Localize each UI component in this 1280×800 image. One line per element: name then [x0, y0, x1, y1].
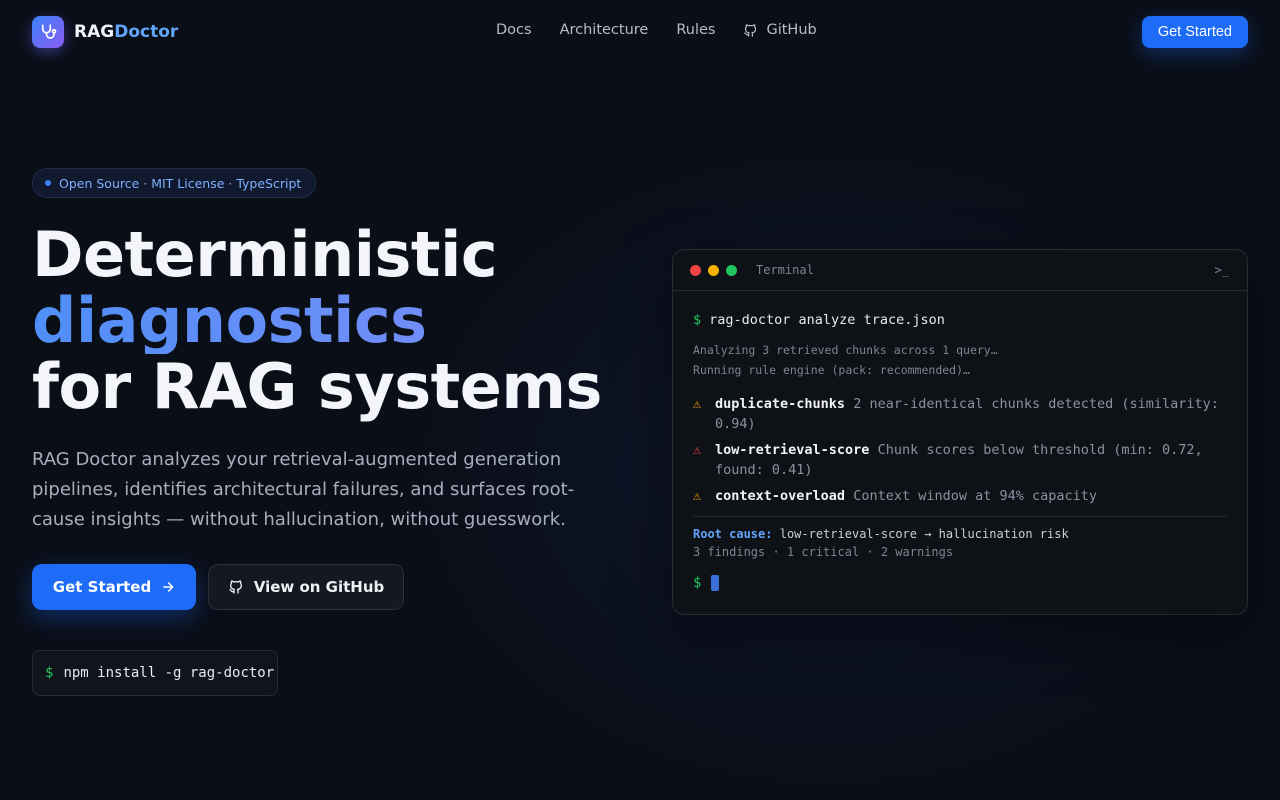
status-line: Running rule engine (pack: recommended)… [693, 363, 970, 377]
badge-text: Open Source · MIT License · TypeScript [59, 175, 302, 191]
warning-icon: ⚠ [693, 396, 702, 412]
brand-name: RAGDoctor [74, 22, 179, 42]
close-dot-icon [690, 264, 701, 276]
cursor-icon [711, 575, 720, 591]
github-icon [744, 23, 757, 37]
input-prompt: $ [693, 575, 702, 591]
get-started-nav-button[interactable]: Get Started [1141, 16, 1248, 48]
get-started-label: Get Started [52, 578, 152, 596]
root-cause-value: low-retrieval-score → hallucination risk [779, 527, 1069, 541]
install-prompt: $ [45, 665, 54, 681]
nav-links: Docs Architecture Rules GitHub [496, 22, 817, 38]
root-cause-label: Root cause: [693, 527, 773, 541]
terminal-titlebar: Terminal >_ [673, 250, 1247, 291]
finding-name: context-overload [715, 488, 846, 504]
view-on-github-label: View on GitHub [253, 578, 385, 596]
finding-row: ⚠ low-retrieval-score Chunk scores below… [693, 440, 1227, 480]
finding-desc: Context window at 94% capacity [853, 488, 1098, 504]
view-on-github-button[interactable]: View on GitHub [208, 564, 404, 610]
terminal-body: $ rag-doctor analyze trace.json Analyzin… [673, 291, 1247, 591]
command-prompt: $ [693, 312, 702, 328]
install-command[interactable]: $ npm install -g rag-doctor [32, 650, 278, 696]
get-started-button[interactable]: Get Started [32, 564, 196, 610]
hero-description: RAG Doctor analyzes your retrieval-augme… [32, 449, 575, 530]
terminal-title: Terminal [756, 263, 814, 277]
command-text: rag-doctor analyze trace.json [709, 312, 945, 328]
nav-link-architecture[interactable]: Architecture [560, 22, 649, 38]
github-icon [229, 580, 242, 594]
arrow-right-icon [163, 582, 174, 592]
top-nav: RAGDoctor Docs Architecture Rules GitHub… [0, 0, 1280, 64]
nav-link-github-label: GitHub [766, 22, 817, 38]
headline-line-1: Deterministic [32, 218, 498, 291]
badge-dot-icon [45, 180, 51, 186]
maximize-dot-icon [726, 264, 737, 276]
minimize-dot-icon [708, 264, 719, 276]
finding-name: low-retrieval-score [715, 442, 870, 458]
nav-link-rules[interactable]: Rules [676, 22, 715, 38]
critical-icon: ⚠ [693, 442, 702, 458]
nav-link-docs[interactable]: Docs [496, 22, 532, 38]
terminal-divider [693, 516, 1227, 517]
finding-row: ⚠ duplicate-chunks 2 near-identical chun… [693, 394, 1227, 434]
brand-logo[interactable]: RAGDoctor [32, 16, 178, 48]
install-command-text: npm install -g rag-doctor [63, 665, 275, 681]
root-cause-line: Root cause: low-retrieval-score → halluc… [693, 525, 1227, 543]
warning-icon: ⚠ [693, 488, 702, 504]
terminal-prompt-icon: >_ [1214, 263, 1229, 277]
terminal-input-line[interactable]: $ [693, 575, 1227, 591]
terminal-command-line: $ rag-doctor analyze trace.json [693, 312, 1227, 328]
finding-row: ⚠ context-overload Context window at 94%… [693, 486, 1227, 506]
terminal-window: Terminal >_ $ rag-doctor analyze trace.j… [672, 249, 1248, 615]
status-line: Analyzing 3 retrieved chunks across 1 qu… [693, 343, 998, 357]
nav-link-github[interactable]: GitHub [743, 22, 817, 38]
headline-line-3: for RAG systems [32, 350, 602, 423]
stethoscope-icon [32, 16, 64, 48]
license-badge: Open Source · MIT License · TypeScript [32, 168, 317, 198]
headline-line-2: diagnostics [32, 288, 602, 354]
hero-headline: Deterministic diagnostics for RAG system… [32, 222, 602, 420]
finding-name: duplicate-chunks [715, 396, 846, 412]
findings-summary: 3 findings · 1 critical · 2 warnings [693, 545, 954, 559]
